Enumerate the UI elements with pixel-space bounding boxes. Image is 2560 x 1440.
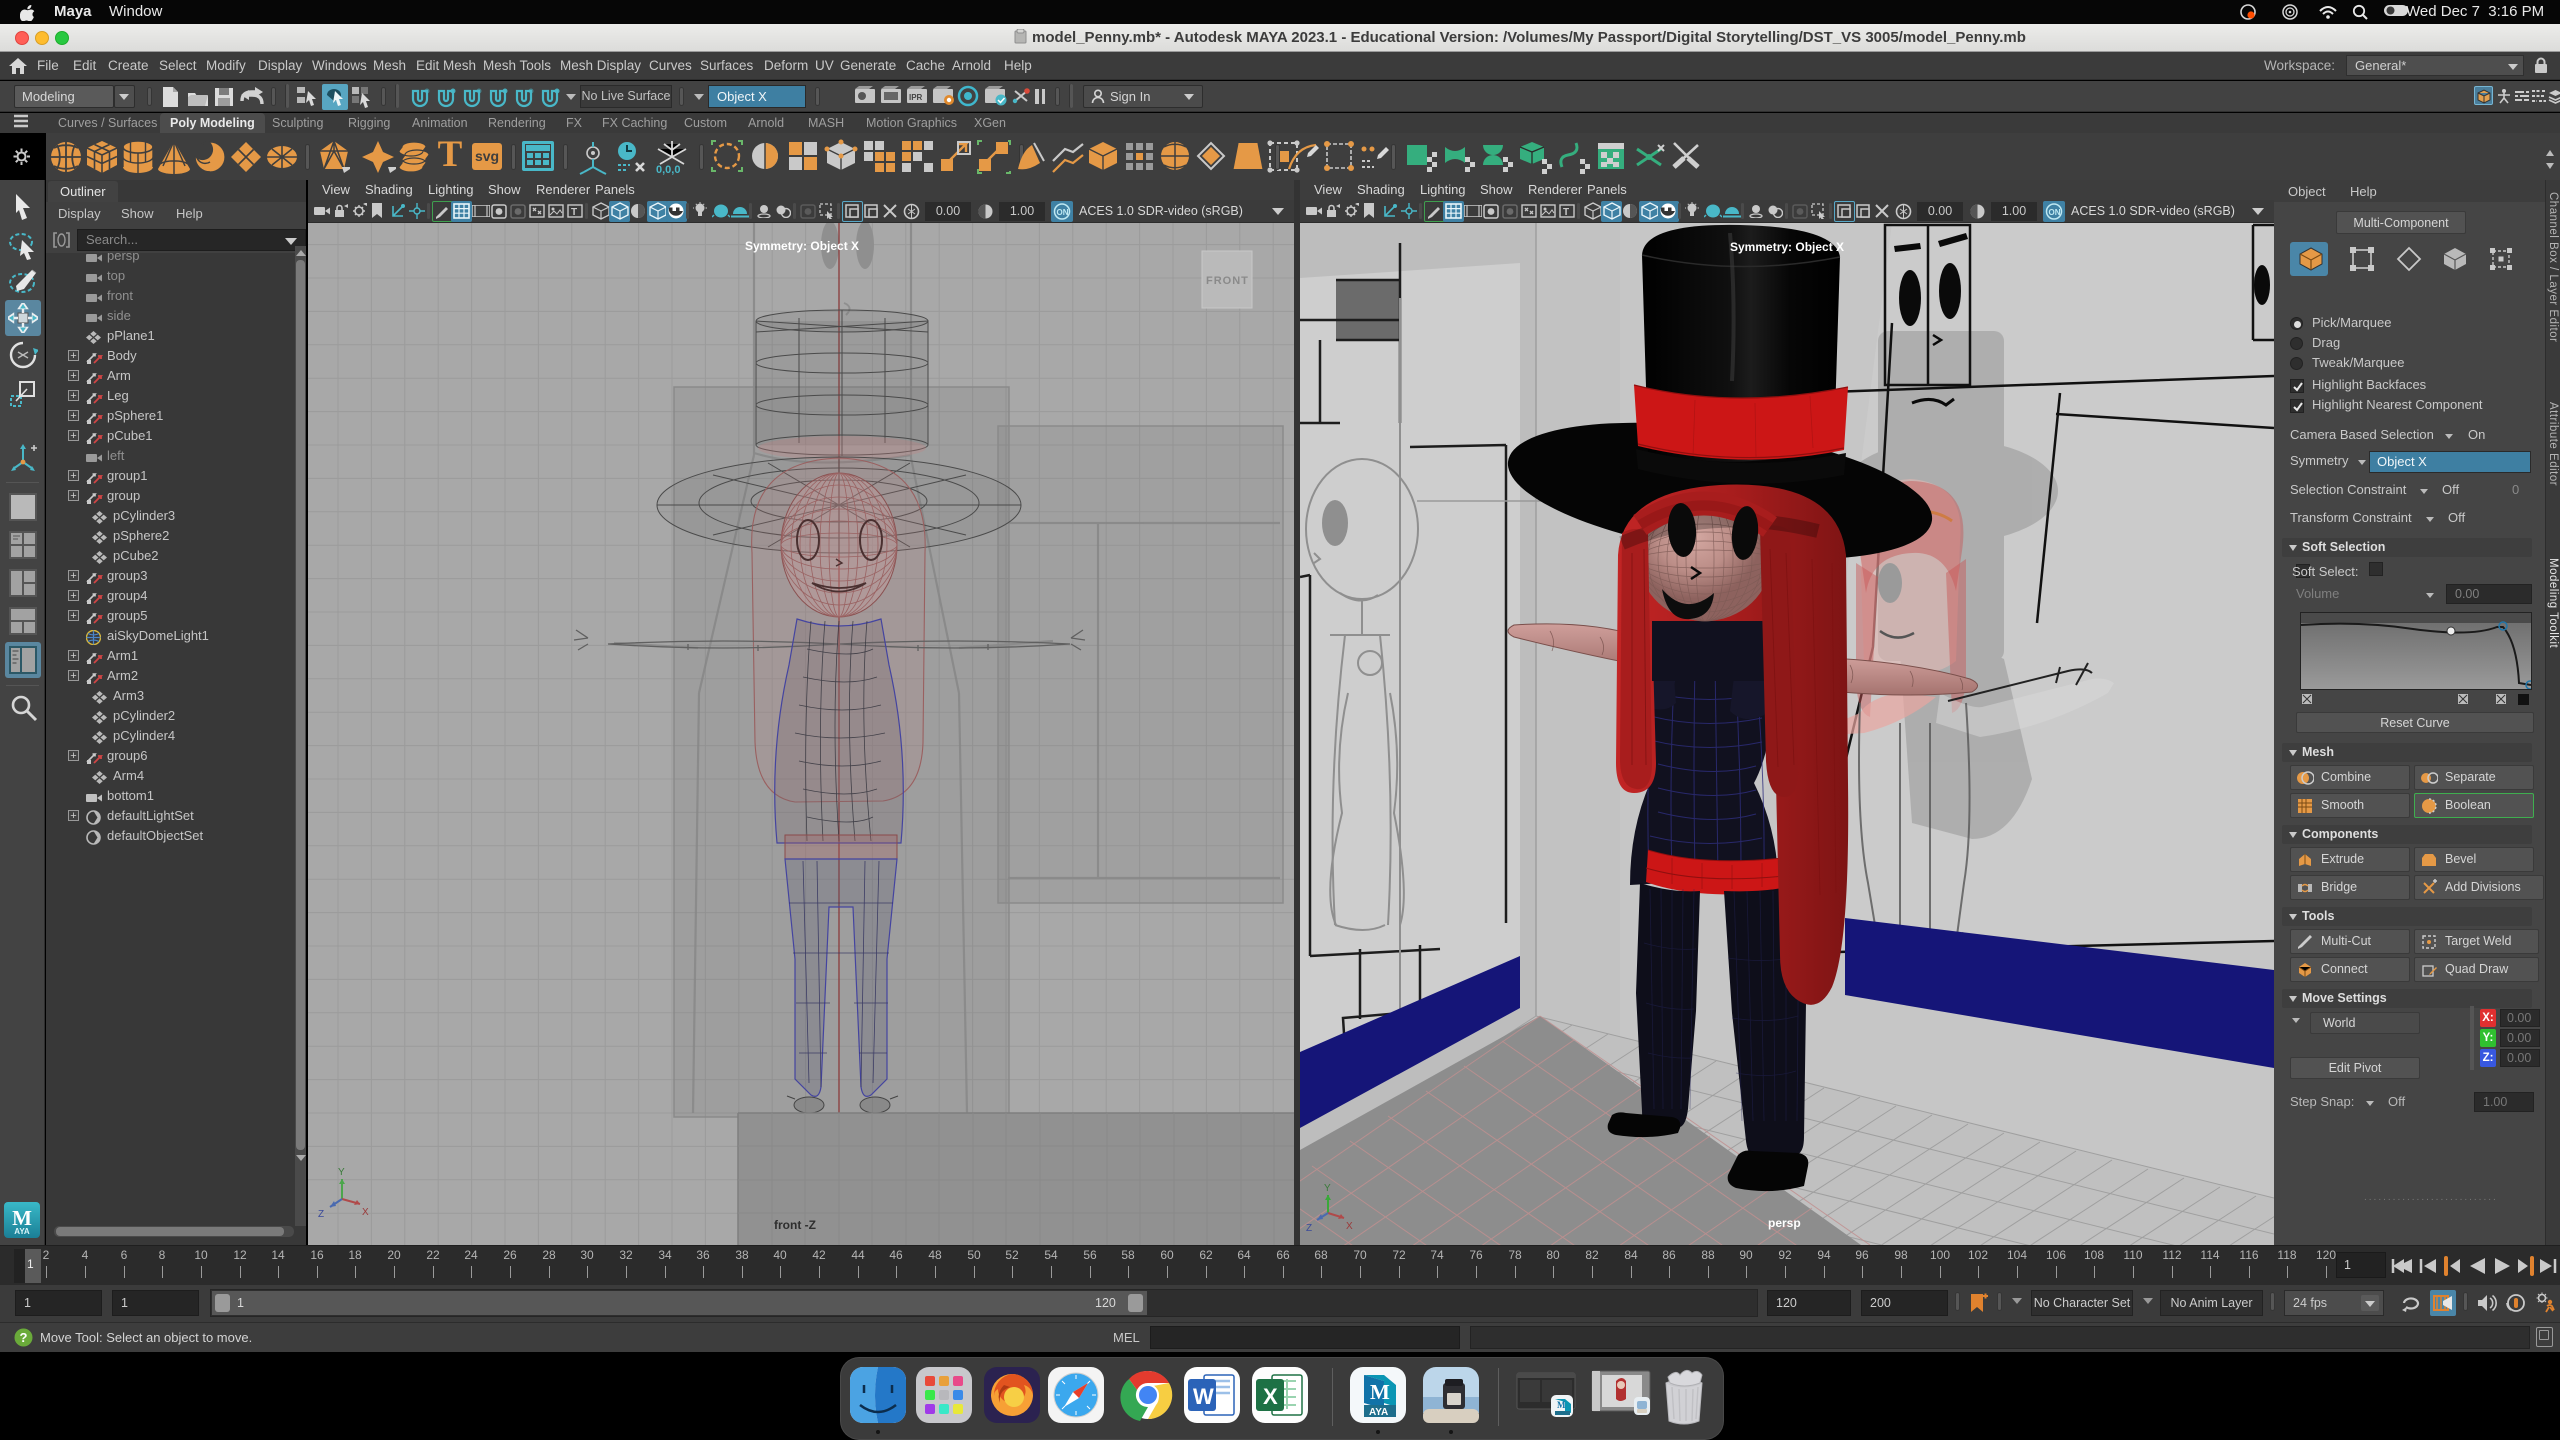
svg-text:AYA: AYA <box>1369 1407 1388 1418</box>
svg-text:?: ? <box>20 1330 28 1345</box>
svg-text:M: M <box>1557 1400 1566 1410</box>
svg-text:Y: Y <box>1324 1183 1331 1194</box>
svg-text:IPR: IPR <box>909 93 923 102</box>
svg-text:Symmetry: Object X: Symmetry: Object X <box>745 239 859 253</box>
svg-text:M: M <box>1370 1380 1390 1404</box>
svg-text:Symmetry: Object X: Symmetry: Object X <box>1730 240 1844 254</box>
svg-text:T: T <box>1563 207 1569 218</box>
svg-text:ON: ON <box>2049 208 2061 217</box>
svg-text:front -Z: front -Z <box>774 1218 816 1232</box>
svg-text:ON: ON <box>1057 208 1069 217</box>
svg-text:FRONT: FRONT <box>1206 275 1249 287</box>
svg-text:Y: Y <box>338 1167 345 1178</box>
svg-text:persp: persp <box>1768 1216 1801 1230</box>
svg-text:Z: Z <box>318 1209 324 1220</box>
svg-text:0,0,0: 0,0,0 <box>656 164 680 175</box>
svg-text:X: X <box>362 1207 369 1218</box>
svg-text:X: X <box>1346 1221 1353 1232</box>
svg-text:Z: Z <box>1306 1223 1312 1234</box>
svg-text:W: W <box>1193 1384 1214 1409</box>
svg-text:T: T <box>571 207 577 218</box>
svg-text:X: X <box>1263 1384 1278 1409</box>
